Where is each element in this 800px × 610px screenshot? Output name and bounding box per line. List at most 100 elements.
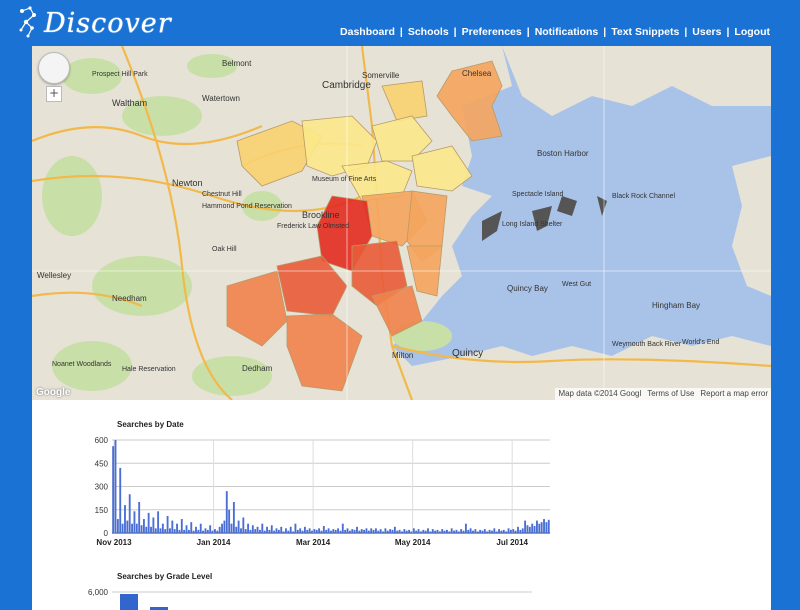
date-chart-bar (533, 526, 536, 533)
nav-preferences[interactable]: Preferences (462, 26, 522, 38)
date-chart-bar (135, 523, 138, 533)
date-chart-bar (365, 528, 368, 533)
date-chart-bar (476, 531, 479, 533)
searches-by-date-chart[interactable]: 0 150 300 450 600 Nov 2013 Jan 2014 Mar 2014 Ma… (32, 430, 771, 590)
date-chart-bar (152, 517, 155, 533)
date-chart-bar (154, 528, 157, 533)
date-chart-bar (313, 529, 316, 533)
nav-separator: | (399, 26, 403, 38)
date-chart-bar (232, 502, 235, 533)
label-frederick-law: Frederick Law Olmsted (277, 223, 349, 230)
nav-dashboard[interactable]: Dashboard (340, 26, 395, 38)
nav-separator: | (526, 26, 530, 38)
label-west-gut: West Gut (562, 281, 591, 288)
date-chart-bar (204, 528, 207, 533)
map-pan-control[interactable] (38, 52, 70, 84)
date-chart-bar (377, 530, 380, 533)
date-chart-bar (389, 529, 392, 533)
date-chart-x-tick: Nov 2013 (96, 538, 132, 547)
date-chart-x-tick: Jul 2014 (496, 538, 528, 547)
label-watertown: Watertown (202, 94, 240, 103)
date-chart-bar (206, 529, 209, 533)
label-oak-hill: Oak Hill (212, 246, 237, 253)
date-chart-bar (427, 528, 429, 533)
date-chart-bar (509, 529, 512, 533)
date-chart-bar (351, 529, 354, 533)
date-chart-bar (391, 529, 394, 533)
map-terms-link[interactable]: Terms of Use (647, 388, 694, 400)
land-east-coast (732, 156, 771, 296)
choropleth-map[interactable]: Cambridge Somerville Waltham Watertown B… (32, 46, 771, 400)
date-chart-bar (166, 515, 169, 533)
date-chart-bar (296, 529, 299, 533)
date-chart-bar (263, 530, 266, 533)
date-chart-bar (367, 530, 370, 533)
date-chart-bar (192, 530, 195, 533)
date-chart-bar (498, 529, 500, 533)
date-chart-bar (488, 529, 491, 533)
date-chart-bar (448, 531, 451, 533)
app-logo[interactable]: Discover (18, 4, 172, 42)
date-chart-bar (436, 529, 439, 533)
date-chart-bar (462, 530, 465, 533)
date-chart-bar (514, 530, 517, 533)
date-chart-x-tick: Mar 2014 (296, 538, 331, 547)
date-chart-bar (128, 494, 131, 533)
date-chart-bar (339, 530, 342, 533)
date-chart-bar (538, 523, 541, 533)
date-chart-bar (249, 529, 252, 533)
date-chart-bar (519, 529, 522, 533)
label-boston-harbor: Boston Harbor (537, 149, 589, 158)
map-report-link[interactable]: Report a map error (700, 388, 768, 400)
label-weymouth: Weymouth Back River (612, 341, 682, 348)
main-nav: Dashboard | Schools | Preferences | Noti… (340, 26, 770, 38)
date-chart-bar (178, 529, 181, 533)
date-chart-bar (524, 520, 527, 533)
date-chart-bar (277, 529, 280, 533)
map-zoom-in-button[interactable]: + (46, 86, 62, 102)
land-north (502, 46, 771, 116)
date-chart-y-tick: 300 (95, 483, 109, 492)
nav-users[interactable]: Users (692, 26, 721, 38)
date-chart-bar (469, 528, 472, 533)
map-footer: Map data ©2014 Googl Terms of Use Report… (555, 388, 771, 400)
map-canvas[interactable]: Cambridge Somerville Waltham Watertown B… (32, 46, 771, 400)
date-chart-bar (370, 528, 373, 533)
date-chart-bar (171, 520, 174, 533)
date-chart-bar (545, 522, 548, 533)
date-chart-bar (311, 530, 313, 533)
date-chart-bar (318, 528, 321, 533)
date-chart-bar (301, 530, 304, 533)
date-chart-bar (412, 528, 415, 533)
date-chart-bar (140, 525, 143, 533)
date-chart-bar (157, 511, 160, 533)
date-chart-bar (403, 529, 406, 533)
searches-by-grade-chart[interactable]: 6,000 (32, 580, 771, 610)
google-logo[interactable]: Google (36, 387, 70, 398)
date-chart-bar (327, 528, 330, 533)
date-chart-bar (308, 528, 311, 533)
date-chart-bar (275, 528, 278, 533)
nav-notifications[interactable]: Notifications (535, 26, 599, 38)
label-chelsea: Chelsea (462, 69, 492, 78)
label-prospect-hill: Prospect Hill Park (92, 71, 148, 78)
date-chart-bar (268, 529, 271, 533)
date-chart-bar (441, 529, 444, 533)
nav-text-snippets[interactable]: Text Snippets (611, 26, 679, 38)
date-chart-bar (457, 531, 460, 533)
date-chart-bar (375, 528, 377, 533)
date-chart-bar (493, 528, 496, 533)
nav-logout[interactable]: Logout (734, 26, 770, 38)
date-chart-bar (344, 529, 347, 533)
date-chart-bar (183, 529, 186, 533)
nav-separator: | (684, 26, 688, 38)
label-hingham-bay: Hingham Bay (652, 301, 700, 310)
date-chart-bar (116, 519, 119, 533)
date-chart-bar (410, 531, 413, 533)
date-chart-bar (242, 517, 245, 533)
label-newton: Newton (172, 178, 203, 188)
date-chart-bar (173, 529, 176, 533)
grade-chart-bars (120, 594, 168, 610)
date-chart-bar (145, 526, 148, 533)
nav-schools[interactable]: Schools (408, 26, 449, 38)
